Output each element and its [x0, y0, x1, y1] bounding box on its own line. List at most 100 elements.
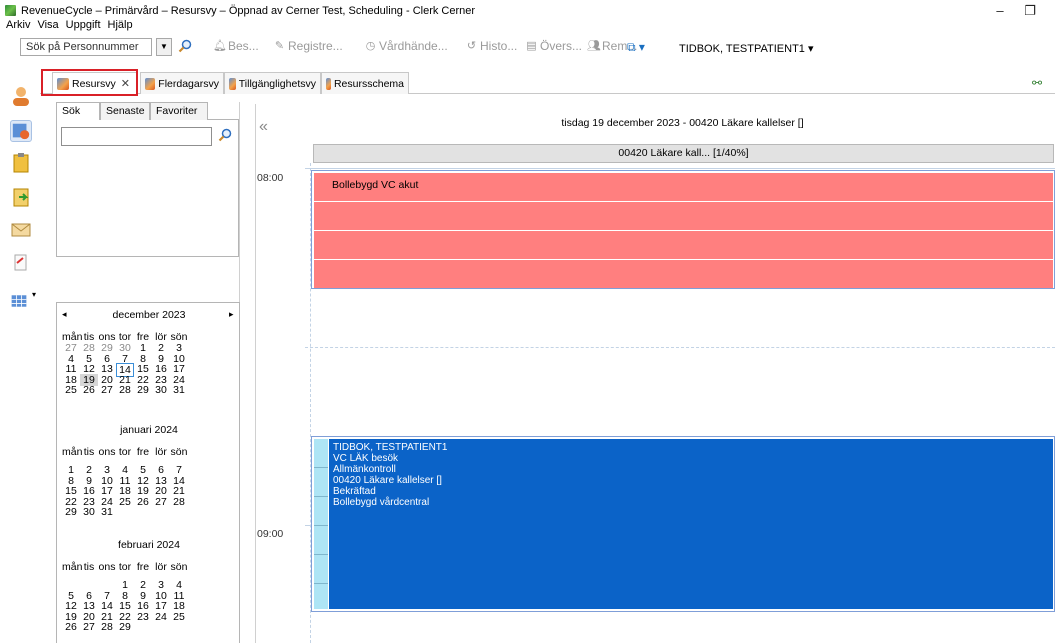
- tab-flerdagarsvy[interactable]: Flerdagarsvy: [140, 72, 224, 94]
- patient-multi-icon[interactable]: ⧉ ▾: [627, 40, 645, 55]
- weekday-label: tor: [118, 446, 132, 458]
- resource-calendar-icon[interactable]: [10, 120, 32, 142]
- weekday-header: mån tis ons tor fre lör sön: [62, 446, 188, 458]
- calendar-day[interactable]: 30: [152, 384, 170, 396]
- clipboard-icon[interactable]: [10, 152, 32, 174]
- calendar-day[interactable]: 26: [80, 384, 98, 396]
- appointment-patient: TIDBOK, TESTPATIENT1: [333, 442, 448, 453]
- appointment-location: Bollebygd vårdcentral: [333, 497, 430, 508]
- person-search-icon[interactable]: [10, 85, 32, 107]
- appointment-block[interactable]: TIDBOK, TESTPATIENT1 VC LÄK besök Allmän…: [311, 436, 1055, 612]
- referral-icon[interactable]: [10, 251, 32, 273]
- highlight-box: [41, 69, 138, 96]
- month-title: februari 2024: [118, 539, 180, 551]
- minimize-button[interactable]: –: [985, 2, 1015, 20]
- left-panel: Sök Senaste Favoriter ◂ ▸ december 2023 …: [56, 102, 240, 643]
- grid-menu-icon[interactable]: [10, 290, 28, 312]
- resource-search-input[interactable]: [61, 127, 212, 146]
- toolbar-registre[interactable]: ✎ Registre...: [273, 39, 343, 53]
- month-title: december 2023: [112, 309, 186, 321]
- calendar-day[interactable]: 30: [80, 506, 98, 518]
- calendar-day[interactable]: 25: [62, 384, 80, 396]
- calendar-day[interactable]: 28: [116, 384, 134, 396]
- toolbar-vardhande[interactable]: ◷ Vårdhände...: [364, 39, 448, 53]
- resource-header[interactable]: 00420 Läkare kall... [1/40%]: [313, 144, 1054, 163]
- appointment-reason: Allmänkontroll: [333, 464, 396, 475]
- weekday-header: mån tis ons tor fre lör sön: [62, 561, 188, 573]
- patient-name: TIDBOK, TESTPATIENT1: [679, 43, 805, 55]
- calendar-day[interactable]: 27: [80, 621, 98, 633]
- calendar-week: 25 26 27 28 29 30 31: [62, 384, 188, 396]
- weekday-label: tis: [83, 561, 95, 573]
- menu-bar: Arkiv Visa Uppgift Hjälp: [0, 19, 133, 35]
- tab-resursschema[interactable]: Resursschema: [321, 72, 409, 94]
- weekday-label: tis: [83, 446, 95, 458]
- calendar-person-icon: [145, 77, 156, 90]
- calendar-day: [116, 506, 134, 518]
- calendar-person-icon: [326, 77, 331, 90]
- calendar-day[interactable]: 29: [62, 506, 80, 518]
- calendar-day: [134, 621, 152, 633]
- tab-tillganglighetsvy[interactable]: Tillgänglighetsvy: [224, 72, 321, 94]
- time-label-0900: 09:00: [257, 528, 284, 540]
- calendar-day[interactable]: 29: [134, 384, 152, 396]
- blocked-slot[interactable]: [314, 202, 1053, 230]
- restore-button[interactable]: ❐: [1015, 2, 1045, 20]
- blocked-slot[interactable]: Bollebygd VC akut: [314, 173, 1053, 201]
- calendar-day[interactable]: 29: [116, 621, 134, 633]
- tab-favoriter[interactable]: Favoriter: [150, 102, 208, 120]
- calendar-day[interactable]: 31: [170, 384, 188, 396]
- calendar-day: [170, 506, 188, 518]
- weekday-label: mån: [62, 446, 83, 458]
- appointment-details[interactable]: TIDBOK, TESTPATIENT1 VC LÄK besök Allmän…: [329, 439, 1053, 609]
- toolbar-overs[interactable]: ▤ Övers...: [525, 39, 582, 53]
- toolbar-histo[interactable]: ↺ Histo...: [465, 39, 517, 53]
- menu-uppgift[interactable]: Uppgift: [66, 19, 101, 35]
- calendar-week: 29 30 31: [62, 506, 188, 518]
- half-hour-line: [305, 347, 1055, 348]
- weekday-label: lör: [155, 446, 167, 458]
- calendar-day[interactable]: 27: [98, 384, 116, 396]
- bell-icon: 🔔︎: [213, 39, 227, 52]
- weekday-label: ons: [98, 561, 116, 573]
- menu-arkiv[interactable]: Arkiv: [6, 19, 30, 35]
- collapse-panel-button[interactable]: «: [259, 118, 268, 136]
- weekday-label: tor: [118, 561, 132, 573]
- app-icon: [5, 5, 16, 16]
- person-search-input[interactable]: Sök på Personnummer: [20, 38, 152, 56]
- pen-icon: ✎: [274, 39, 285, 52]
- search-type-dropdown[interactable]: ▼: [156, 38, 172, 56]
- tab-senaste[interactable]: Senaste: [100, 102, 150, 120]
- blocked-slot[interactable]: [314, 260, 1053, 288]
- toolbar-bes[interactable]: 🔔︎ Bes...: [213, 39, 259, 53]
- calendar-day: [152, 621, 170, 633]
- link-icon[interactable]: ⚯: [1032, 76, 1042, 90]
- weekday-label: mån: [62, 561, 83, 573]
- calendar-day: [170, 621, 188, 633]
- appointment-status-strip: [314, 439, 328, 609]
- month-title: januari 2024: [120, 424, 178, 436]
- side-icon-bar: ▾: [0, 87, 40, 324]
- calendar-day[interactable]: 31: [98, 506, 116, 518]
- search-icon[interactable]: [178, 39, 192, 53]
- tab-sok[interactable]: Sök: [56, 102, 100, 120]
- weekday-label: fre: [136, 446, 150, 458]
- chevron-down-icon[interactable]: ▾: [32, 290, 36, 299]
- blocked-time-block[interactable]: Bollebygd VC akut: [311, 170, 1055, 289]
- menu-hjalp[interactable]: Hjälp: [108, 19, 133, 35]
- search-icon[interactable]: [218, 128, 232, 142]
- weekday-label: lör: [155, 561, 167, 573]
- calendar-week: 26 27 28 29: [62, 621, 188, 633]
- patient-selector[interactable]: TIDBOK, TESTPATIENT1 ▾: [679, 42, 814, 55]
- calendar-day[interactable]: 26: [62, 621, 80, 633]
- date-header: tisdag 19 december 2023 - 00420 Läkare k…: [561, 117, 804, 129]
- clipboard-arrow-icon[interactable]: [10, 186, 32, 208]
- envelope-icon[interactable]: [10, 218, 32, 240]
- calendar-day[interactable]: 28: [98, 621, 116, 633]
- blocked-label: Bollebygd VC akut: [332, 179, 419, 191]
- blocked-slot[interactable]: [314, 231, 1053, 259]
- appointment-status: Bekräftad: [333, 486, 376, 497]
- menu-visa[interactable]: Visa: [37, 19, 58, 35]
- mini-calendar: ◂ ▸ december 2023 mån tis ons tor fre lör sön 2…: [56, 302, 240, 643]
- calendar-day: [134, 506, 152, 518]
